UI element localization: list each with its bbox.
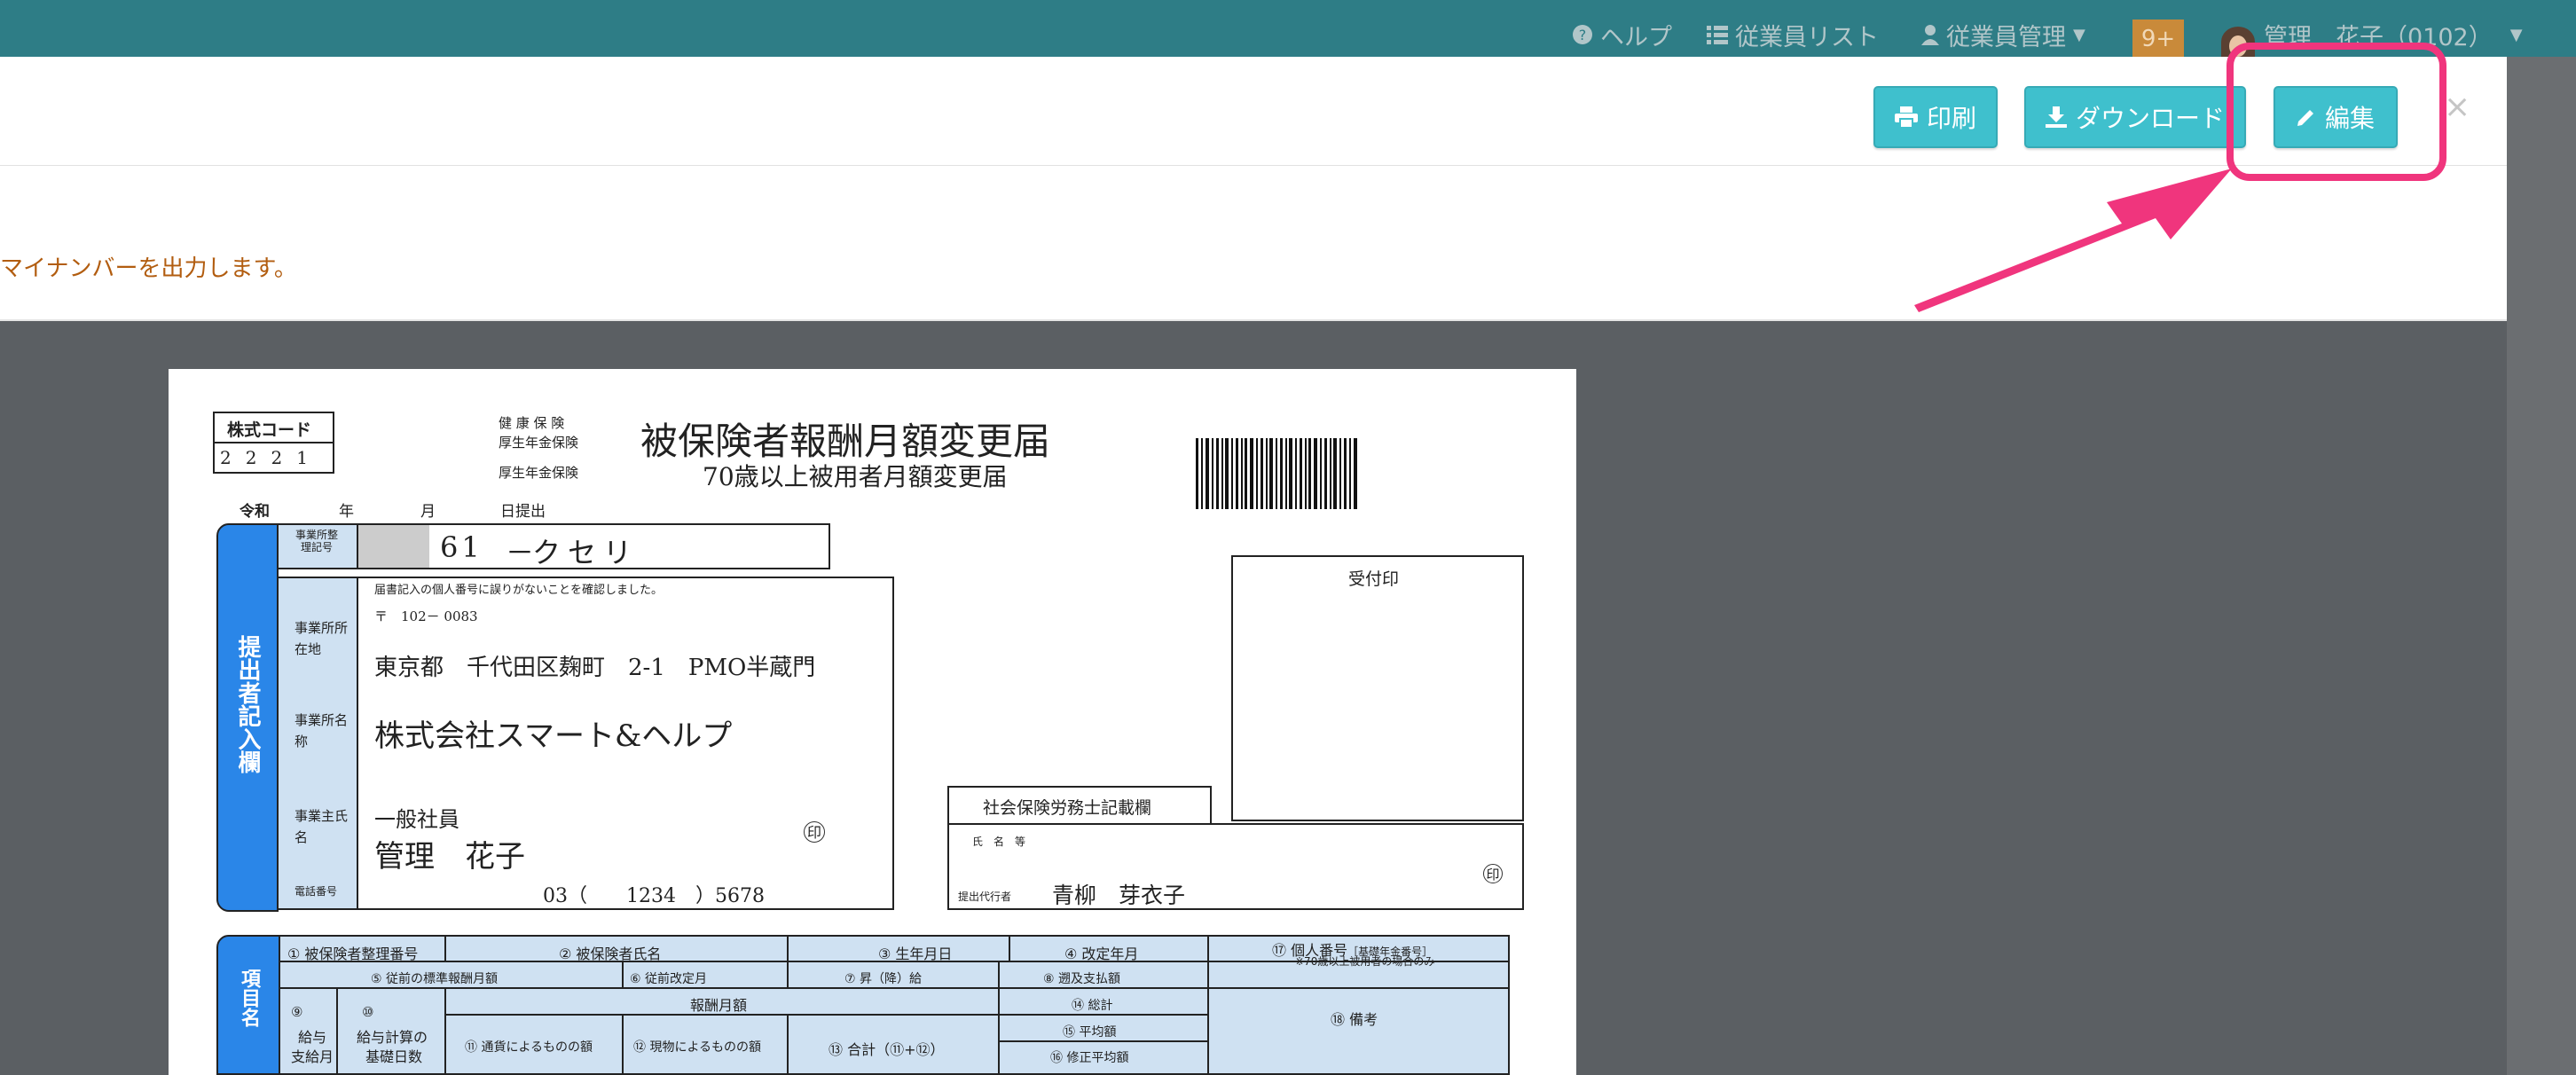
notification-badge[interactable]: 9+ <box>2132 20 2184 57</box>
help-link[interactable]: ? ヘルプ <box>1572 20 1672 51</box>
day-submit-label: 日提出 <box>500 503 546 521</box>
office-number-dash: － <box>506 536 535 569</box>
receipt-box <box>1231 555 1524 821</box>
svg-text:?: ? <box>1579 27 1587 43</box>
agent-value: 青柳 芽衣子 <box>1052 883 1186 908</box>
owner-title-value: 一般社員 <box>374 807 459 832</box>
insurance-line-3: 厚生年金保険 <box>499 465 579 481</box>
close-icon[interactable]: × <box>2444 89 2470 125</box>
top-navbar <box>0 0 2576 57</box>
owner-name-value: 管理 花子 <box>374 839 525 875</box>
col-5: ⑤ 従前の標準報酬月額 <box>371 972 499 986</box>
employee-manage-dropdown[interactable]: 従業員管理 ▼ <box>1921 20 2085 51</box>
col-14: ⑭ 総計 <box>1072 999 1113 1013</box>
name-etc-label: 氏 名 等 <box>972 836 1026 848</box>
user-caret-icon: ▼ <box>2509 25 2523 44</box>
download-icon <box>2045 106 2067 128</box>
col-17-note: ※70歳以上被用者の場合のみ <box>1295 955 1435 968</box>
phone-value: 03（ 1234 ）5678 <box>543 885 765 907</box>
pay-header: 報酬月額 <box>690 997 748 1014</box>
help-label: ヘルプ <box>1600 23 1672 51</box>
office-number-shade <box>358 525 429 568</box>
col-18: ⑱ 備考 <box>1331 1011 1378 1028</box>
col-4: ④ 改定年月 <box>1064 946 1139 962</box>
form-subtitle: 70歳以上被用者月額変更届 <box>703 462 1008 491</box>
col-7: ⑦ 昇（降）給 <box>844 972 923 986</box>
form-document: 株式コード 2221 健 康 保 険 厚生年金保険 厚生年金保険 被保険者報酬月… <box>169 369 1576 1075</box>
col-10-number: ⑩ <box>362 1004 374 1020</box>
owner-label: 事業主氏名 <box>295 808 349 845</box>
barcode <box>1196 438 1357 509</box>
print-label: 印刷 <box>1926 104 1976 133</box>
insurance-line-1: 健 康 保 険 <box>499 415 565 431</box>
receipt-label: 受付印 <box>1348 569 1400 589</box>
form-code-label: 株式コード <box>227 420 312 440</box>
col-12: ⑫ 現物によるものの額 <box>633 1040 762 1055</box>
phone-label: 電話番号 <box>295 885 338 898</box>
backdrop <box>2507 57 2576 1075</box>
office-name-label: 事業所名称 <box>295 712 349 749</box>
col-6: ⑥ 従前改定月 <box>630 972 708 986</box>
print-icon <box>1894 106 1918 128</box>
year-label: 年 <box>339 503 354 521</box>
col-15: ⑮ 平均額 <box>1063 1025 1117 1040</box>
col-11: ⑪ 通貨によるものの額 <box>465 1040 593 1055</box>
edit-highlight-box <box>2227 43 2446 181</box>
agent-label: 提出代行者 <box>958 891 1012 903</box>
col-9-line1: 給与 <box>298 1029 327 1046</box>
download-label: ダウンロード <box>2075 104 2225 133</box>
print-button[interactable]: 印刷 <box>1873 86 1998 148</box>
office-number-value: 61 <box>440 530 483 564</box>
col-1: ① 被保険者整理番号 <box>287 946 419 962</box>
col-9-number: ⑨ <box>291 1004 303 1020</box>
address-label: 事業所所在地 <box>295 620 349 657</box>
caret-down-icon: ▼ <box>2073 25 2085 44</box>
sharoushi-label: 社会保険労務士記載欄 <box>983 798 1152 818</box>
insurance-line-2: 厚生年金保険 <box>499 435 579 451</box>
col-2: ② 被保険者氏名 <box>559 946 662 962</box>
modal-header: 印刷 ダウンロード 編集 × <box>0 57 2507 166</box>
employee-list-link[interactable]: 従業員リスト <box>1707 20 1879 51</box>
col-10-line1: 給与計算の <box>357 1029 428 1046</box>
user-icon <box>1921 25 1939 45</box>
col-8: ⑧ 遡及支払額 <box>1043 972 1121 986</box>
agent-seal: 印 <box>1483 864 1503 883</box>
confirm-note: 届書記入の個人番号に誤りがないことを確認しました。 <box>374 584 664 597</box>
download-button[interactable]: ダウンロード <box>2024 86 2246 148</box>
notice-text: マイナンバーを出力します。 <box>0 255 297 282</box>
employee-manage-label: 従業員管理 <box>1946 23 2066 51</box>
form-code-digit-row: 2221 <box>220 447 322 468</box>
address-value: 東京都 千代田区麹町 2-1 PMO半蔵門 <box>374 655 816 681</box>
col-9-line2: 支給月 <box>291 1048 334 1065</box>
col-3: ③ 生年月日 <box>878 946 953 962</box>
col-13: ⑬ 合計（⑪+⑫） <box>829 1041 945 1058</box>
notice-area: マイナンバーを出力します。 <box>0 166 2507 321</box>
col-16: ⑯ 修正平均額 <box>1050 1051 1129 1065</box>
office-code-value: クセリ <box>532 536 640 569</box>
company-value: 株式会社スマート&ヘルプ <box>374 718 733 754</box>
month-label: 月 <box>420 503 436 521</box>
postal-code: 〒 102－ 0083 <box>374 608 478 624</box>
agent-box <box>947 823 1524 910</box>
list-icon <box>1707 26 1728 44</box>
owner-seal: 印 <box>804 821 825 843</box>
items-band-label: 項目名 <box>238 969 260 1027</box>
submitter-band-label: 提出者記入欄 <box>234 635 261 773</box>
office-number-label: 事業所整理記号 <box>295 529 338 553</box>
employee-list-label: 従業員リスト <box>1735 23 1879 51</box>
era-label: 令和 <box>240 503 270 521</box>
question-circle-icon: ? <box>1573 25 1592 44</box>
col-10-line2: 基礎日数 <box>365 1048 423 1065</box>
